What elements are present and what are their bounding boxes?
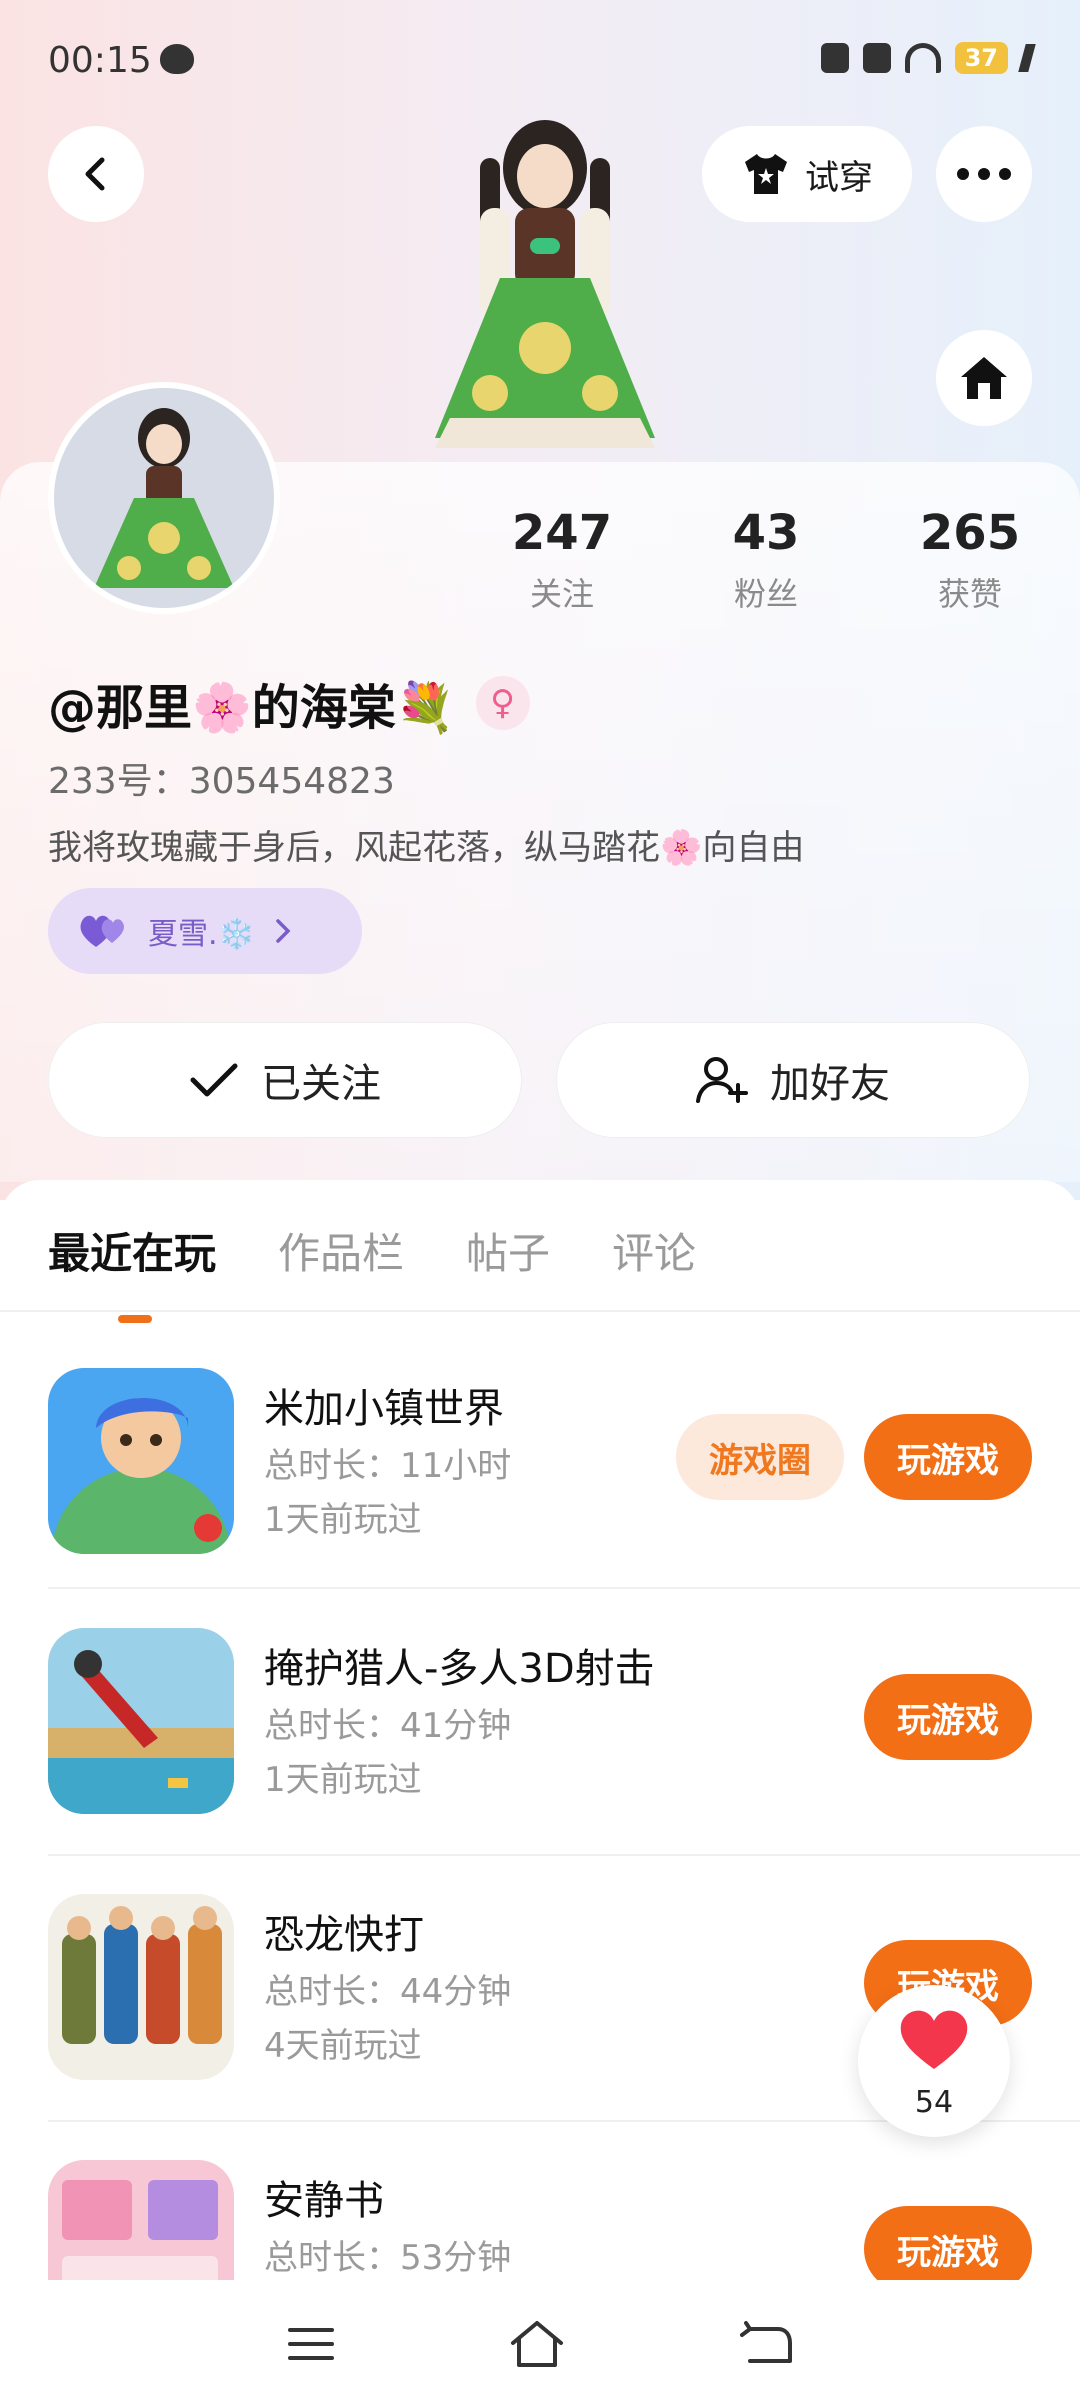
like-button[interactable]: 54 [858,1985,1010,2137]
followed-label: 已关注 [261,1061,381,1107]
game-circle-button[interactable]: 游戏圈 [676,1414,844,1500]
back-button[interactable] [48,126,144,222]
game-title: 米加小镇世界 [264,1386,504,1432]
user-bio: 我将玫瑰藏于身后，风起花落，纵马踏花🌸向自由 [48,828,805,868]
play-game-button[interactable]: 玩游戏 [864,1674,1032,1760]
tab-works[interactable]: 作品栏 [278,1220,404,1281]
more-button[interactable] [936,126,1032,222]
mute-icon [820,43,849,73]
shirt-icon [745,154,787,194]
stat-likes[interactable]: 265 获赞 [868,505,1072,615]
game-title: 安静书 [264,2178,384,2224]
profile-name: @那里🌸的海棠💐 ♀ [48,668,530,738]
stat-number: 43 [732,505,800,561]
heart-icon [900,2010,968,2069]
list-separator [48,1854,1080,1856]
check-icon [190,1063,238,1097]
like-count: 54 [914,2085,954,2120]
cp-relationship-pill[interactable]: 夏雪.❄️ [48,888,362,974]
game-icon [48,1894,234,2080]
stat-number: 265 [919,505,1021,561]
status-bar: 00:15 37 [48,40,1036,90]
avatar-3d-figure [435,120,655,448]
try-on-button[interactable]: 试穿 [702,126,912,222]
game-duration: 总时长：11小时 [264,1446,512,1486]
status-icons: 37 [820,42,1036,74]
stat-following[interactable]: 247 关注 [460,505,664,615]
home-icon[interactable] [507,2319,567,2369]
game-duration: 总时长：41分钟 [264,1706,512,1746]
cp-name: 夏雪.❄️ [148,917,255,952]
game-duration: 总时长：53分钟 [264,2238,512,2278]
home-space-button[interactable] [936,330,1032,426]
list-separator [48,1587,1080,1589]
notification-off-icon [862,43,891,73]
game-title: 掩护猎人-多人3D射击 [264,1646,655,1692]
stat-label: 获赞 [937,575,1002,613]
battery-icon: 37 [954,42,1008,74]
chevron-left-icon [85,157,105,191]
stat-label: 关注 [529,575,594,613]
tab-recently-played[interactable]: 最近在玩 [48,1220,216,1323]
menu-icon[interactable] [286,2324,336,2364]
add-friend-icon [696,1057,748,1103]
list-item[interactable]: 掩护猎人-多人3D射击 总时长：41分钟 1天前玩过 玩游戏 [48,1628,1032,1828]
game-icon [48,2160,234,2280]
status-time: 00:15 [48,40,152,81]
play-game-button[interactable]: 玩游戏 [864,1414,1032,1500]
avatar-image [54,388,274,608]
play-game-button[interactable]: 玩游戏 [864,2206,1032,2280]
game-last-played: 4天前玩过 [264,2026,422,2066]
list-item[interactable]: 安静书 总时长：53分钟 玩游戏 [48,2160,1032,2280]
tab-divider [0,1310,1080,1312]
list-item[interactable]: 米加小镇世界 总时长：11小时 1天前玩过 游戏圈 玩游戏 [48,1368,1032,1568]
followed-button[interactable]: 已关注 [48,1022,522,1138]
add-friend-button[interactable]: 加好友 [556,1022,1030,1138]
stat-followers[interactable]: 43 粉丝 [664,505,868,615]
app-notification-icon [160,44,194,74]
game-last-played: 1天前玩过 [264,1760,422,1800]
more-dots-icon [957,168,1011,180]
stat-number: 247 [511,505,613,561]
game-icon [48,1628,234,1814]
wifi-icon [904,43,941,73]
user-id: 233号：305454823 [48,761,395,802]
game-title: 恐龙快打 [264,1912,424,1958]
username: @那里🌸的海棠💐 [48,680,456,736]
house-icon [961,357,1007,399]
game-duration: 总时长：44分钟 [264,1972,512,2012]
stat-label: 粉丝 [733,575,798,613]
chevron-right-icon [276,919,291,943]
system-nav-bar [0,2280,1080,2408]
game-last-played: 1天前玩过 [264,1500,422,1540]
game-icon [48,1368,234,1554]
female-gender-icon: ♀ [475,676,530,730]
double-heart-icon [80,915,124,947]
tab-bar: 最近在玩 作品栏 帖子 评论 [48,1220,696,1323]
back-nav-icon[interactable] [738,2321,794,2367]
tab-comments[interactable]: 评论 [612,1220,696,1281]
try-on-label: 试穿 [805,157,873,198]
avatar[interactable] [48,382,280,614]
add-friend-label: 加好友 [770,1061,890,1107]
profile-stats: 247 关注 43 粉丝 265 获赞 [460,505,1080,615]
tab-posts[interactable]: 帖子 [466,1220,550,1281]
